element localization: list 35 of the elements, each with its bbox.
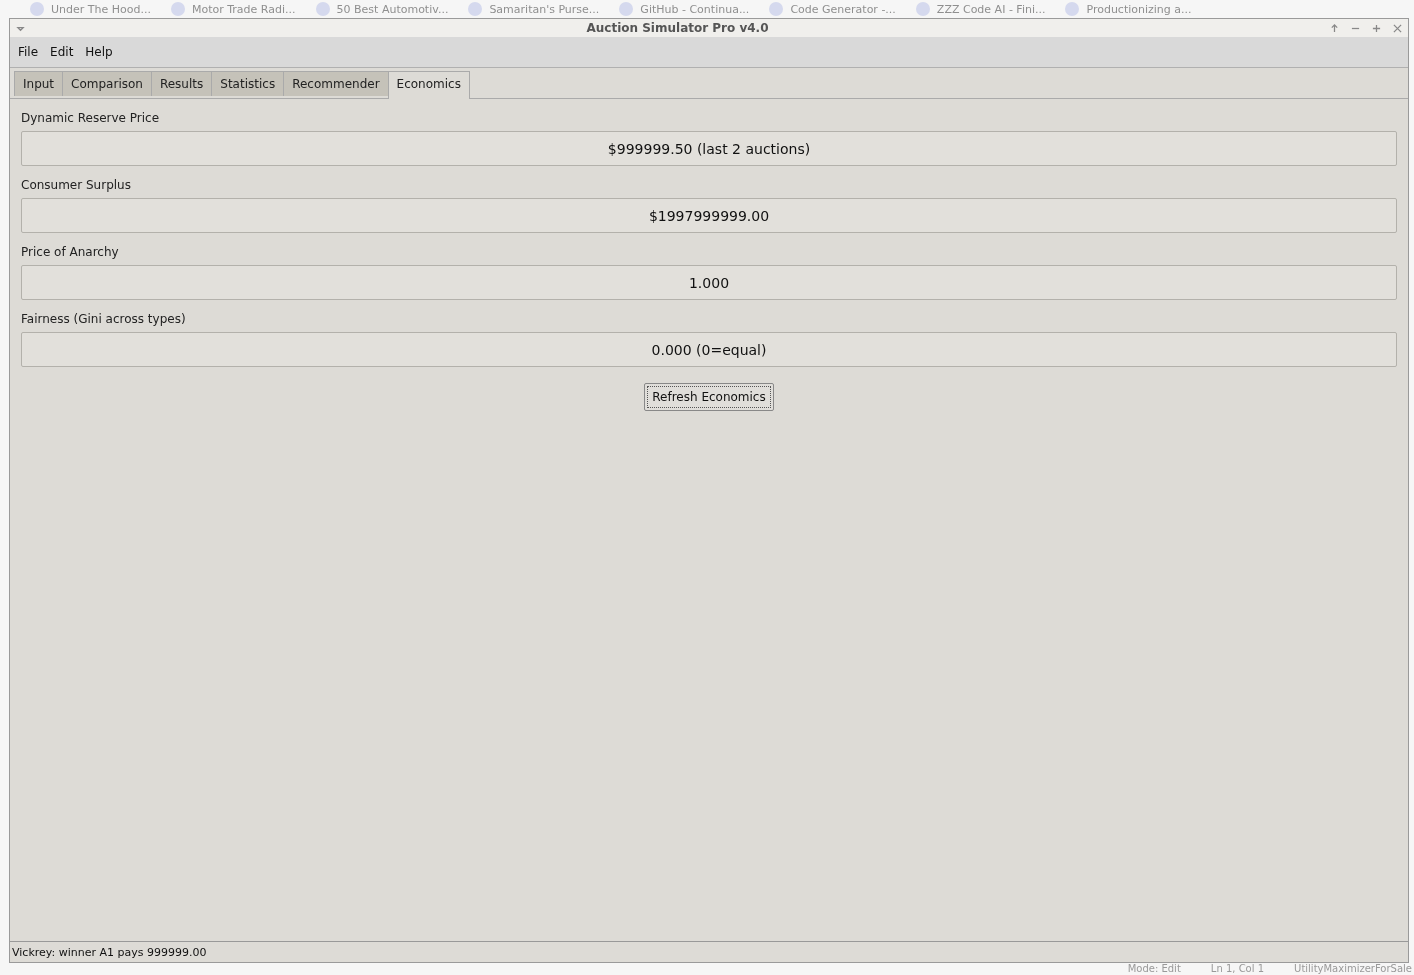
status-bar: Vickrey: winner A1 pays 999999.00: [10, 941, 1408, 962]
field-label: Consumer Surplus: [21, 178, 132, 192]
value-field: 1.000: [21, 265, 1397, 300]
favicon-icon: [468, 2, 483, 16]
maximize-icon[interactable]: [1372, 24, 1381, 33]
favicon-icon: [1065, 2, 1080, 16]
tab[interactable]: Results: [150, 71, 213, 96]
favicon-icon: [315, 2, 330, 16]
favicon-icon: [170, 2, 185, 16]
field-label: Price of Anarchy: [21, 245, 120, 259]
value-field: $1997999999.00: [21, 198, 1397, 233]
refresh-button[interactable]: Refresh Economics: [644, 383, 774, 411]
favicon-icon: [915, 2, 930, 16]
field-label: Fairness (Gini across types): [21, 312, 187, 326]
menu-item[interactable]: Help: [81, 43, 117, 61]
status-text: Mode: Edit: [1127, 963, 1181, 975]
value-field: 0.000 (0=equal): [21, 332, 1397, 367]
up-arrow-icon[interactable]: [1330, 24, 1339, 33]
tab[interactable]: Recommender: [283, 71, 389, 96]
status-text: Ln 1, Col 1: [1210, 963, 1265, 975]
window-menu-icon[interactable]: [16, 24, 25, 33]
favicon-icon: [30, 2, 44, 16]
favicon-icon: [619, 2, 634, 16]
menu-item[interactable]: File: [14, 43, 43, 61]
status-text: UtilityMaximizerForSale: [1294, 963, 1412, 975]
field-label: Dynamic Reserve Price: [21, 111, 161, 125]
window-title: Auction Simulator Pro v4.0: [586, 22, 769, 35]
menu-item[interactable]: Edit: [46, 43, 78, 61]
close-icon[interactable]: [1393, 24, 1402, 33]
tab[interactable]: Statistics: [211, 71, 285, 96]
tab[interactable]: Economics: [387, 71, 470, 99]
favicon-icon: [769, 2, 784, 16]
value-field: $999999.50 (last 2 auctions): [21, 131, 1397, 166]
tab[interactable]: Comparison: [62, 71, 152, 96]
tab[interactable]: Input: [14, 71, 64, 96]
